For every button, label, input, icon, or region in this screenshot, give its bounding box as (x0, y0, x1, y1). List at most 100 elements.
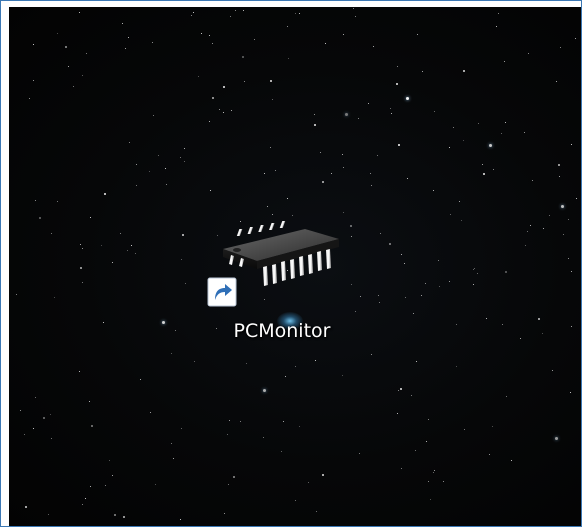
star (43, 417, 45, 419)
star (459, 201, 460, 202)
star (358, 118, 359, 119)
star (240, 421, 241, 422)
star (150, 412, 151, 413)
star (287, 26, 288, 27)
star (396, 83, 398, 85)
star (520, 338, 521, 339)
star (140, 379, 141, 380)
star (103, 322, 104, 323)
star (525, 245, 526, 246)
star (498, 13, 499, 14)
shortcut-arrow-icon (207, 277, 237, 307)
star (136, 185, 137, 186)
star (558, 164, 560, 166)
star (343, 212, 344, 213)
star (223, 112, 224, 113)
star (473, 284, 474, 285)
star (426, 441, 427, 442)
star (73, 86, 74, 87)
star (209, 35, 210, 36)
star (527, 231, 528, 232)
star (24, 434, 25, 435)
star (219, 109, 220, 110)
star (292, 215, 293, 216)
star (82, 248, 83, 249)
star (152, 42, 153, 43)
star (433, 190, 434, 191)
star (434, 111, 435, 112)
star (57, 201, 58, 202)
star (456, 366, 457, 367)
star (295, 366, 296, 367)
star (561, 205, 564, 208)
star (299, 426, 300, 427)
star (263, 437, 264, 438)
star (398, 390, 399, 391)
star (125, 48, 126, 49)
star (184, 148, 185, 149)
star (345, 113, 348, 116)
star (267, 206, 268, 207)
star (35, 397, 36, 398)
star (449, 147, 450, 148)
star (244, 81, 245, 82)
star (212, 43, 213, 44)
star (438, 260, 439, 261)
shortcut-label[interactable]: PCMonitor (207, 320, 357, 342)
star (568, 219, 569, 220)
star (223, 86, 225, 88)
star (464, 429, 465, 430)
star (80, 244, 81, 245)
star (489, 144, 492, 147)
star (360, 296, 361, 297)
star (417, 34, 418, 35)
star (171, 353, 172, 354)
star (90, 217, 91, 218)
star (162, 321, 165, 324)
star (35, 200, 36, 201)
star (486, 318, 487, 319)
star (397, 413, 398, 414)
star (355, 16, 356, 17)
desktop-background[interactable]: PCMonitor (9, 7, 581, 526)
star (51, 233, 52, 234)
star (379, 302, 380, 303)
star (322, 474, 324, 476)
star (477, 273, 478, 274)
star (68, 66, 69, 67)
star (281, 451, 282, 452)
pcmonitor-shortcut[interactable]: PCMonitor (207, 219, 357, 359)
star (270, 147, 271, 148)
star (405, 297, 406, 298)
star (482, 164, 483, 165)
star (397, 66, 398, 67)
star (401, 254, 402, 255)
star (230, 16, 231, 17)
star (398, 144, 400, 146)
star (542, 333, 543, 334)
star (228, 484, 229, 485)
star (353, 8, 354, 9)
star (194, 361, 195, 362)
star (428, 481, 429, 482)
star (122, 23, 123, 24)
star (212, 97, 214, 99)
star (543, 228, 544, 229)
star (315, 360, 316, 361)
star (528, 53, 529, 54)
star (295, 13, 296, 14)
star (474, 268, 475, 269)
star (325, 43, 326, 44)
star (473, 269, 474, 270)
star (463, 140, 464, 141)
star (89, 401, 90, 402)
star (404, 263, 405, 264)
star (489, 454, 490, 455)
star (112, 475, 113, 476)
star (57, 33, 58, 34)
star (181, 259, 182, 260)
star (389, 243, 391, 245)
star (149, 171, 150, 172)
star (82, 282, 83, 283)
star (505, 122, 506, 123)
